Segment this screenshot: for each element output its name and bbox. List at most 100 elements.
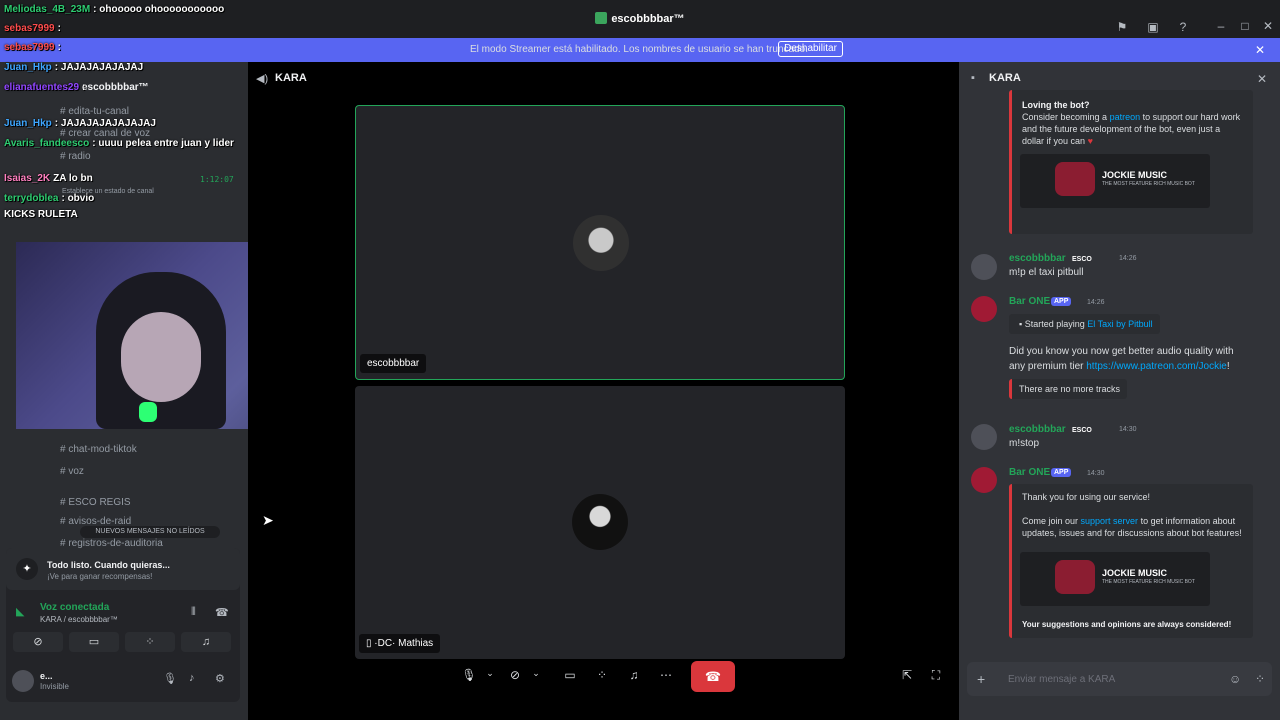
stream-chat-line: KICKS RULETA <box>4 209 81 220</box>
soundboard-icon[interactable]: ♫ <box>623 668 645 682</box>
patreon-url-link[interactable]: https://www.patreon.com/Jockie <box>1086 361 1227 372</box>
close-banner-icon[interactable]: ✕ <box>1255 43 1265 57</box>
stream-chat-line: Isaias_2K ZA lo bn <box>4 173 93 184</box>
pop-out-icon[interactable]: ⇱ <box>896 668 918 682</box>
message-time: 14:26 <box>1087 299 1105 306</box>
avatar[interactable] <box>971 424 997 450</box>
message-author[interactable]: escobbbbar <box>1009 424 1066 435</box>
video-tile-escobbbbar[interactable]: escobbbbar <box>355 105 845 380</box>
jockie-logo <box>1055 162 1095 196</box>
premium-line-1: Did you know you now get better audio qu… <box>1009 346 1234 357</box>
activities-button[interactable]: ⁘ <box>125 632 175 652</box>
call-channel-name: KARA <box>275 72 307 84</box>
invite-card[interactable]: ✦ Todo listo. Cuando quieras... ¡Ve para… <box>6 548 240 590</box>
chat-bubble-icon: ▪ <box>971 72 975 84</box>
chat-text: : JAJAJAJAJAJAJAJ <box>54 118 156 129</box>
message-author[interactable]: escobbbbar <box>1009 253 1066 264</box>
microphone-icon[interactable]: 🎙︎ <box>163 672 177 685</box>
mouse-cursor-icon: ➤ <box>262 512 274 528</box>
heart-icon: ♥ <box>1087 136 1093 146</box>
close-panel-icon[interactable]: ✕ <box>1257 72 1267 86</box>
stream-chat-line: terrydoblea: obvio <box>4 193 94 204</box>
message-input-bar: + Enviar mensaje a KARA ☺ ⁘ <box>967 662 1272 696</box>
chat-username: terrydoblea <box>4 193 59 204</box>
noise-suppression-icon[interactable]: ⦀ <box>191 606 196 619</box>
invite-title: Todo listo. Cuando quieras... <box>47 560 170 570</box>
stream-chat-line: elianafuentes29: <box>4 82 85 93</box>
patreon-embed: Loving the bot? Consider becoming a patr… <box>1009 90 1253 234</box>
more-options-icon[interactable]: ⋯ <box>655 668 677 682</box>
message-text: m!stop <box>1009 438 1040 449</box>
track-link[interactable]: El Taxi by Pitbull <box>1087 319 1152 329</box>
video-tile-mathias[interactable]: ▯ ·DC· Mathias <box>355 386 845 659</box>
settings-gear-icon[interactable]: ⚙ <box>215 672 225 685</box>
fullscreen-icon[interactable]: ⛶ <box>925 668 947 683</box>
sidebar-channel[interactable]: # chat-mod-tiktok <box>60 444 137 455</box>
signal-icon[interactable]: ◣ <box>16 605 24 618</box>
flag-icon[interactable]: ⚑ <box>1114 19 1130 35</box>
mute-microphone-icon[interactable]: 🎙︎ <box>458 668 480 682</box>
screen-share-icon[interactable]: ▭ <box>559 668 581 682</box>
sidebar-channel[interactable]: # ESCO REGIS <box>60 497 131 508</box>
leave-call-button[interactable]: ☎ <box>691 661 735 692</box>
role-badge: ESCO <box>1072 256 1092 263</box>
chat-username: sebas7999 <box>4 42 55 53</box>
embed-heading: Loving the bot? <box>1022 100 1090 110</box>
support-server-link[interactable]: support server <box>1081 516 1139 526</box>
minimize-button[interactable]: – <box>1211 19 1231 33</box>
chat-username: sebas7999 <box>4 23 55 34</box>
now-playing-embed: ▪ Started playing El Taxi by Pitbull <box>1009 314 1160 334</box>
close-window-button[interactable]: ✕ <box>1258 19 1278 33</box>
sidebar-channel[interactable]: # voz <box>60 466 84 477</box>
sidebar-channel-label: voz <box>68 466 84 477</box>
headphones-icon[interactable]: ♪ <box>189 672 195 684</box>
activities-icon[interactable]: ⁘ <box>591 668 613 682</box>
disable-streamer-mode-button[interactable]: Deshabilitar <box>778 41 843 57</box>
apps-icon[interactable]: ⁘ <box>1255 672 1265 686</box>
thanks-text: Thank you for using our service! <box>1022 492 1151 502</box>
invite-subtitle: ¡Ve para ganar recompensas! <box>47 572 153 581</box>
patreon-link[interactable]: patreon <box>1110 112 1141 122</box>
plus-icon[interactable]: + <box>977 671 985 687</box>
camera-off-icon[interactable]: ⊘ <box>504 668 526 682</box>
disconnect-icon[interactable]: ☎ <box>215 606 229 619</box>
help-icon[interactable]: ? <box>1175 19 1191 35</box>
message-input[interactable]: Enviar mensaje a KARA <box>1008 674 1115 685</box>
sticker-icon[interactable]: ☺ <box>1229 672 1241 686</box>
screen-share-button[interactable]: ▭ <box>69 632 119 652</box>
sidebar-channel-label: ESCO REGIS <box>68 497 131 508</box>
voice-connected-label: Voz conectada <box>40 602 110 613</box>
chat-username: Juan_Hkp <box>4 62 52 73</box>
stream-chat-line: Avaris_fandeesco: uuuu pelea entre juan … <box>4 138 234 149</box>
maximize-button[interactable]: □ <box>1235 19 1255 33</box>
support-line-1: Come join our support server to get info… <box>1022 516 1236 526</box>
avatar[interactable] <box>971 467 997 493</box>
chat-text: : uuuu pelea entre juan y lider <box>92 138 234 149</box>
chat-text: ZA lo bn <box>53 173 93 184</box>
speaker-icon: ◀) <box>256 73 269 85</box>
message-author[interactable]: Bar ONE <box>1009 467 1050 478</box>
camera-off-button[interactable]: ⊘ <box>13 632 63 652</box>
chevron-down-icon[interactable]: ⌄ <box>525 668 547 679</box>
soundboard-button[interactable]: ♫ <box>181 632 231 652</box>
jockie-tagline: THE MOST FEATURE RICH MUSIC BOT <box>1102 181 1195 187</box>
chat-text: : <box>82 82 86 93</box>
unread-messages-pill[interactable]: NUEVOS MENSAJES NO LEÍDOS <box>80 526 220 538</box>
chat-text: : <box>57 23 61 34</box>
jockie-logo <box>1055 560 1095 594</box>
jockie-music-banner: JOCKIE MUSIC THE MOST FEATURE RICH MUSIC… <box>1020 154 1210 208</box>
support-line-2: updates, issues and for discussions abou… <box>1022 528 1242 538</box>
voice-call-area: ◀) KARA escobbbbar ▯ ·DC· Mathias 🎙︎ ⌄ ⊘… <box>248 62 955 720</box>
avatar <box>573 215 629 271</box>
stream-chat-overlay: Meliodas_4B_23M: ohooooo ohooooooooooo se… <box>0 0 250 240</box>
avatar[interactable] <box>12 670 34 692</box>
avatar[interactable] <box>971 296 997 322</box>
current-user-name[interactable]: e... <box>40 671 53 681</box>
avatar[interactable] <box>971 254 997 280</box>
thank-you-embed: Thank you for using our service! Come jo… <box>1009 484 1253 638</box>
message-author[interactable]: Bar ONE <box>1009 296 1050 307</box>
inbox-icon[interactable]: ▣ <box>1145 19 1161 35</box>
current-user-status: Invisible <box>40 682 69 691</box>
voice-channel-label[interactable]: KARA / escobbbbar™ <box>40 615 118 624</box>
chevron-down-icon[interactable]: ⌄ <box>479 668 501 679</box>
